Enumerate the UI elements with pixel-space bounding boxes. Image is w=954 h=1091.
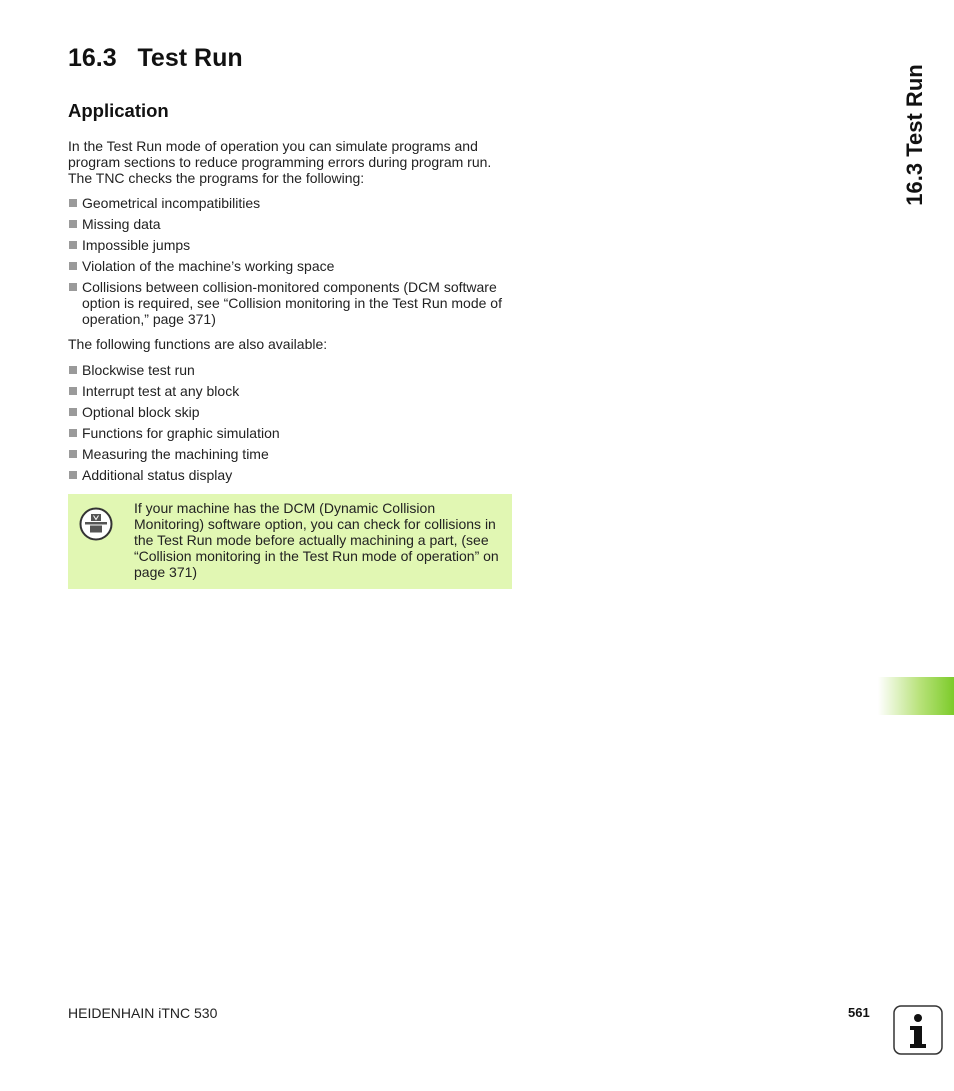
checks-list: Geometrical incompatibilities Missing da… [68, 195, 518, 332]
bullet-square-icon [69, 199, 77, 207]
bullet-square-icon [69, 387, 77, 395]
list-item: Interrupt test at any block [68, 383, 518, 399]
list-item-text: Impossible jumps [82, 237, 191, 253]
list-item-text: Violation of the machine’s working space [82, 258, 335, 274]
list-item-text: Blockwise test run [82, 362, 195, 378]
bullet-square-icon [69, 283, 77, 291]
list-item-text: Measuring the machining time [82, 446, 269, 462]
side-chapter-label: 16.3 Test Run [902, 64, 927, 206]
machine-dependent-icon [79, 507, 113, 541]
functions-list: Blockwise test run Interrupt test at any… [68, 362, 518, 488]
list-item: Blockwise test run [68, 362, 518, 378]
list-item: Geometrical incompatibilities [68, 195, 518, 211]
list-item: Additional status display [68, 467, 518, 483]
info-icon [893, 1005, 943, 1055]
list-item-text: Additional status display [82, 467, 233, 483]
bullet-square-icon [69, 429, 77, 437]
note-text: If your machine has the DCM (Dynamic Col… [134, 500, 499, 580]
list-item: Impossible jumps [68, 237, 518, 253]
chapter-title: 16.3 Test Run [68, 44, 243, 73]
list-item: Missing data [68, 216, 518, 232]
bullet-square-icon [69, 366, 77, 374]
chapter-number: 16.3 [68, 44, 117, 72]
chapter-name: Test Run [137, 44, 243, 72]
bullet-square-icon [69, 471, 77, 479]
bullet-square-icon [69, 262, 77, 270]
page-number: 561 [848, 1005, 870, 1020]
bullet-square-icon [69, 408, 77, 416]
list-item-text: Functions for graphic simulation [82, 425, 280, 441]
list-item: Functions for graphic simulation [68, 425, 518, 441]
list-item-text: Optional block skip [82, 404, 200, 420]
list-item: Violation of the machine’s working space [68, 258, 518, 274]
list-item: Measuring the machining time [68, 446, 518, 462]
list-item-text: Missing data [82, 216, 161, 232]
footer-product: HEIDENHAIN iTNC 530 [68, 1005, 218, 1021]
intro-paragraph: In the Test Run mode of operation you ca… [68, 138, 492, 186]
side-chapter-tab: 16.3 Test Run [885, 50, 945, 220]
bullet-square-icon [69, 220, 77, 228]
list-item-text: Collisions between collision-monitored c… [82, 279, 502, 327]
chapter-thumb-index [878, 677, 954, 715]
functions-intro: The following functions are also availab… [68, 336, 328, 352]
bullet-square-icon [69, 241, 77, 249]
note-box: If your machine has the DCM (Dynamic Col… [68, 494, 512, 589]
list-item-text: Interrupt test at any block [82, 383, 240, 399]
list-item-text: Geometrical incompatibilities [82, 195, 261, 211]
bullet-square-icon [69, 450, 77, 458]
section-title: Application [68, 100, 169, 121]
list-item: Collisions between collision-monitored c… [68, 279, 518, 327]
list-item: Optional block skip [68, 404, 518, 420]
